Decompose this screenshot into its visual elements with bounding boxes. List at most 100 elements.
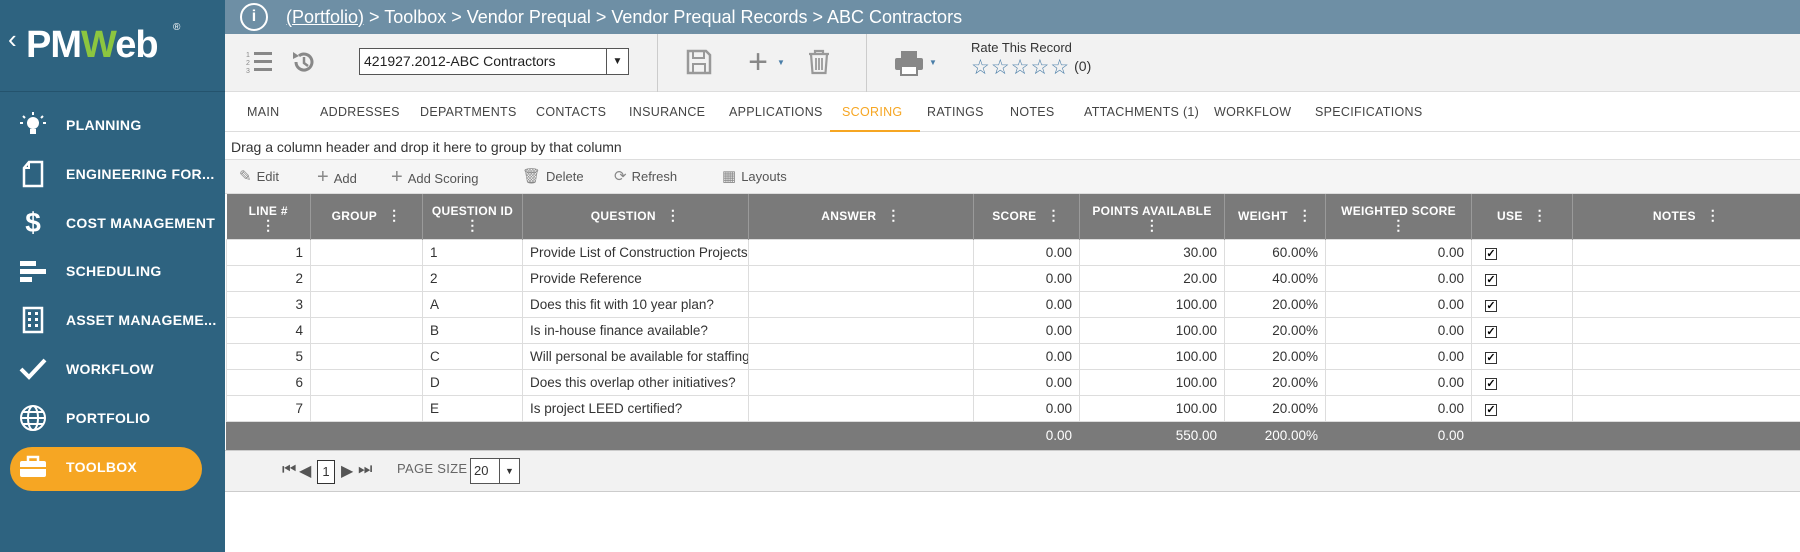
cell-use[interactable]: ✓: [1471, 290, 1573, 318]
cell-line[interactable]: 5: [226, 342, 311, 370]
cell-group[interactable]: [310, 290, 423, 318]
cell-qid[interactable]: E: [422, 394, 523, 422]
cell-question[interactable]: Provide List of Construction Projects: [522, 238, 749, 266]
chevron-down-icon[interactable]: ▼: [499, 459, 519, 483]
cell-qid[interactable]: C: [422, 342, 523, 370]
save-icon[interactable]: [684, 47, 714, 77]
column-menu-icon[interactable]: ⋮: [1326, 218, 1471, 232]
sidebar-item-engineering-for[interactable]: ENGINEERING FOR...: [0, 146, 225, 202]
cell-notes[interactable]: [1572, 264, 1800, 292]
cell-group[interactable]: [310, 316, 423, 344]
tab-notes[interactable]: NOTES: [1010, 92, 1055, 132]
sidebar-item-scheduling[interactable]: SCHEDULING: [0, 243, 225, 299]
sidebar-item-portfolio[interactable]: PORTFOLIO: [0, 390, 225, 446]
group-by-drop-area[interactable]: Drag a column header and drop it here to…: [225, 134, 1800, 160]
cell-weight[interactable]: 60.00%: [1224, 238, 1326, 266]
column-header-use[interactable]: USE ⋮: [1471, 194, 1573, 239]
tab-addresses[interactable]: ADDRESSES: [320, 92, 400, 132]
column-header-answer[interactable]: ANSWER ⋮: [748, 194, 974, 239]
cell-notes[interactable]: [1572, 316, 1800, 344]
column-menu-icon[interactable]: ⋮: [1298, 207, 1312, 223]
layouts-button[interactable]: ▦ Layouts: [722, 160, 787, 194]
use-checkbox[interactable]: ✓: [1485, 351, 1497, 364]
column-menu-icon[interactable]: ⋮: [886, 207, 900, 223]
cell-answer[interactable]: [748, 316, 974, 344]
tab-scoring[interactable]: SCORING: [829, 92, 922, 132]
edit-button[interactable]: ✎ Edit: [239, 160, 279, 194]
cell-weight[interactable]: 20.00%: [1224, 368, 1326, 396]
cell-answer[interactable]: [748, 264, 974, 292]
cell-score[interactable]: 0.00: [973, 264, 1080, 292]
cell-use[interactable]: ✓: [1471, 264, 1573, 292]
record-selector[interactable]: 421927.2012-ABC Contractors ▼: [359, 48, 629, 75]
table-row[interactable]: 6 D Does this overlap other initiatives? 0.…: [226, 368, 1800, 396]
add-button[interactable]: + Add: [317, 160, 357, 194]
cell-wscore[interactable]: 0.00: [1325, 368, 1472, 396]
list-numbered-icon[interactable]: 123: [245, 48, 275, 76]
breadcrumb-portfolio-link[interactable]: (Portfolio): [286, 7, 364, 27]
column-menu-icon[interactable]: ⋮: [1706, 207, 1720, 223]
star-rating-icon[interactable]: ☆☆☆☆☆: [971, 56, 1070, 79]
cell-group[interactable]: [310, 342, 423, 370]
cell-group[interactable]: [310, 368, 423, 396]
cell-answer[interactable]: [748, 238, 974, 266]
cell-wscore[interactable]: 0.00: [1325, 316, 1472, 344]
cell-answer[interactable]: [748, 290, 974, 318]
column-menu-icon[interactable]: ⋮: [1080, 218, 1224, 232]
use-checkbox[interactable]: ✓: [1485, 247, 1497, 260]
use-checkbox[interactable]: ✓: [1485, 273, 1497, 286]
add-icon[interactable]: +: [741, 43, 775, 81]
table-row[interactable]: 5 C Will personal be available for staffin…: [226, 342, 1800, 370]
column-header-weight[interactable]: WEIGHT ⋮: [1224, 194, 1326, 239]
column-header-notes[interactable]: NOTES ⋮: [1572, 194, 1800, 239]
cell-line[interactable]: 4: [226, 316, 311, 344]
cell-notes[interactable]: [1572, 238, 1800, 266]
sidebar-item-asset-manageme[interactable]: ASSET MANAGEME...: [0, 292, 225, 348]
sidebar-item-planning[interactable]: PLANNING: [0, 97, 225, 153]
use-checkbox[interactable]: ✓: [1485, 325, 1497, 338]
cell-group[interactable]: [310, 238, 423, 266]
tab-main[interactable]: MAIN: [247, 92, 279, 132]
cell-wscore[interactable]: 0.00: [1325, 394, 1472, 422]
table-row[interactable]: 7 E Is project LEED certified? 0.00 100.00 20…: [226, 394, 1800, 422]
refresh-button[interactable]: ⟳ Refresh: [614, 160, 677, 194]
cell-points[interactable]: 100.00: [1079, 394, 1225, 422]
column-menu-icon[interactable]: ⋮: [666, 207, 680, 223]
column-header-question[interactable]: QUESTION ⋮: [522, 194, 749, 239]
cell-qid[interactable]: B: [422, 316, 523, 344]
column-header-weighted-score[interactable]: WEIGHTED SCORE ⋮: [1325, 194, 1472, 239]
prev-page-icon[interactable]: ◀: [299, 461, 311, 481]
sidebar-item-workflow[interactable]: WORKFLOW: [0, 341, 225, 397]
table-row[interactable]: 1 1 Provide List of Construction Projects 0…: [226, 238, 1800, 266]
cell-wscore[interactable]: 0.00: [1325, 264, 1472, 292]
sidebar-item-cost-management[interactable]: $ COST MANAGEMENT: [0, 195, 225, 251]
cell-weight[interactable]: 20.00%: [1224, 290, 1326, 318]
cell-use[interactable]: ✓: [1471, 394, 1573, 422]
tab-specifications[interactable]: SPECIFICATIONS: [1315, 92, 1422, 132]
cell-use[interactable]: ✓: [1471, 342, 1573, 370]
cell-use[interactable]: ✓: [1471, 238, 1573, 266]
page-number[interactable]: 1: [317, 460, 335, 484]
cell-qid[interactable]: 2: [422, 264, 523, 292]
tab-workflow[interactable]: WORKFLOW: [1214, 92, 1291, 132]
cell-points[interactable]: 30.00: [1079, 238, 1225, 266]
cell-question[interactable]: Is in-house finance available?: [522, 316, 749, 344]
cell-question[interactable]: Will personal be available for staffing?: [522, 342, 749, 370]
cell-group[interactable]: [310, 394, 423, 422]
cell-score[interactable]: 0.00: [973, 290, 1080, 318]
cell-notes[interactable]: [1572, 368, 1800, 396]
cell-weight[interactable]: 40.00%: [1224, 264, 1326, 292]
cell-score[interactable]: 0.00: [973, 368, 1080, 396]
cell-points[interactable]: 20.00: [1079, 264, 1225, 292]
cell-points[interactable]: 100.00: [1079, 316, 1225, 344]
next-page-icon[interactable]: ▶: [341, 461, 353, 481]
first-page-icon[interactable]: ⏮: [282, 461, 296, 479]
cell-question[interactable]: Does this fit with 10 year plan?: [522, 290, 749, 318]
column-menu-icon[interactable]: ⋮: [387, 207, 401, 223]
cell-points[interactable]: 100.00: [1079, 342, 1225, 370]
cell-question[interactable]: Does this overlap other initiatives?: [522, 368, 749, 396]
print-icon[interactable]: [892, 48, 926, 78]
cell-use[interactable]: ✓: [1471, 316, 1573, 344]
last-page-icon[interactable]: ⏭: [358, 461, 372, 479]
cell-notes[interactable]: [1572, 394, 1800, 422]
